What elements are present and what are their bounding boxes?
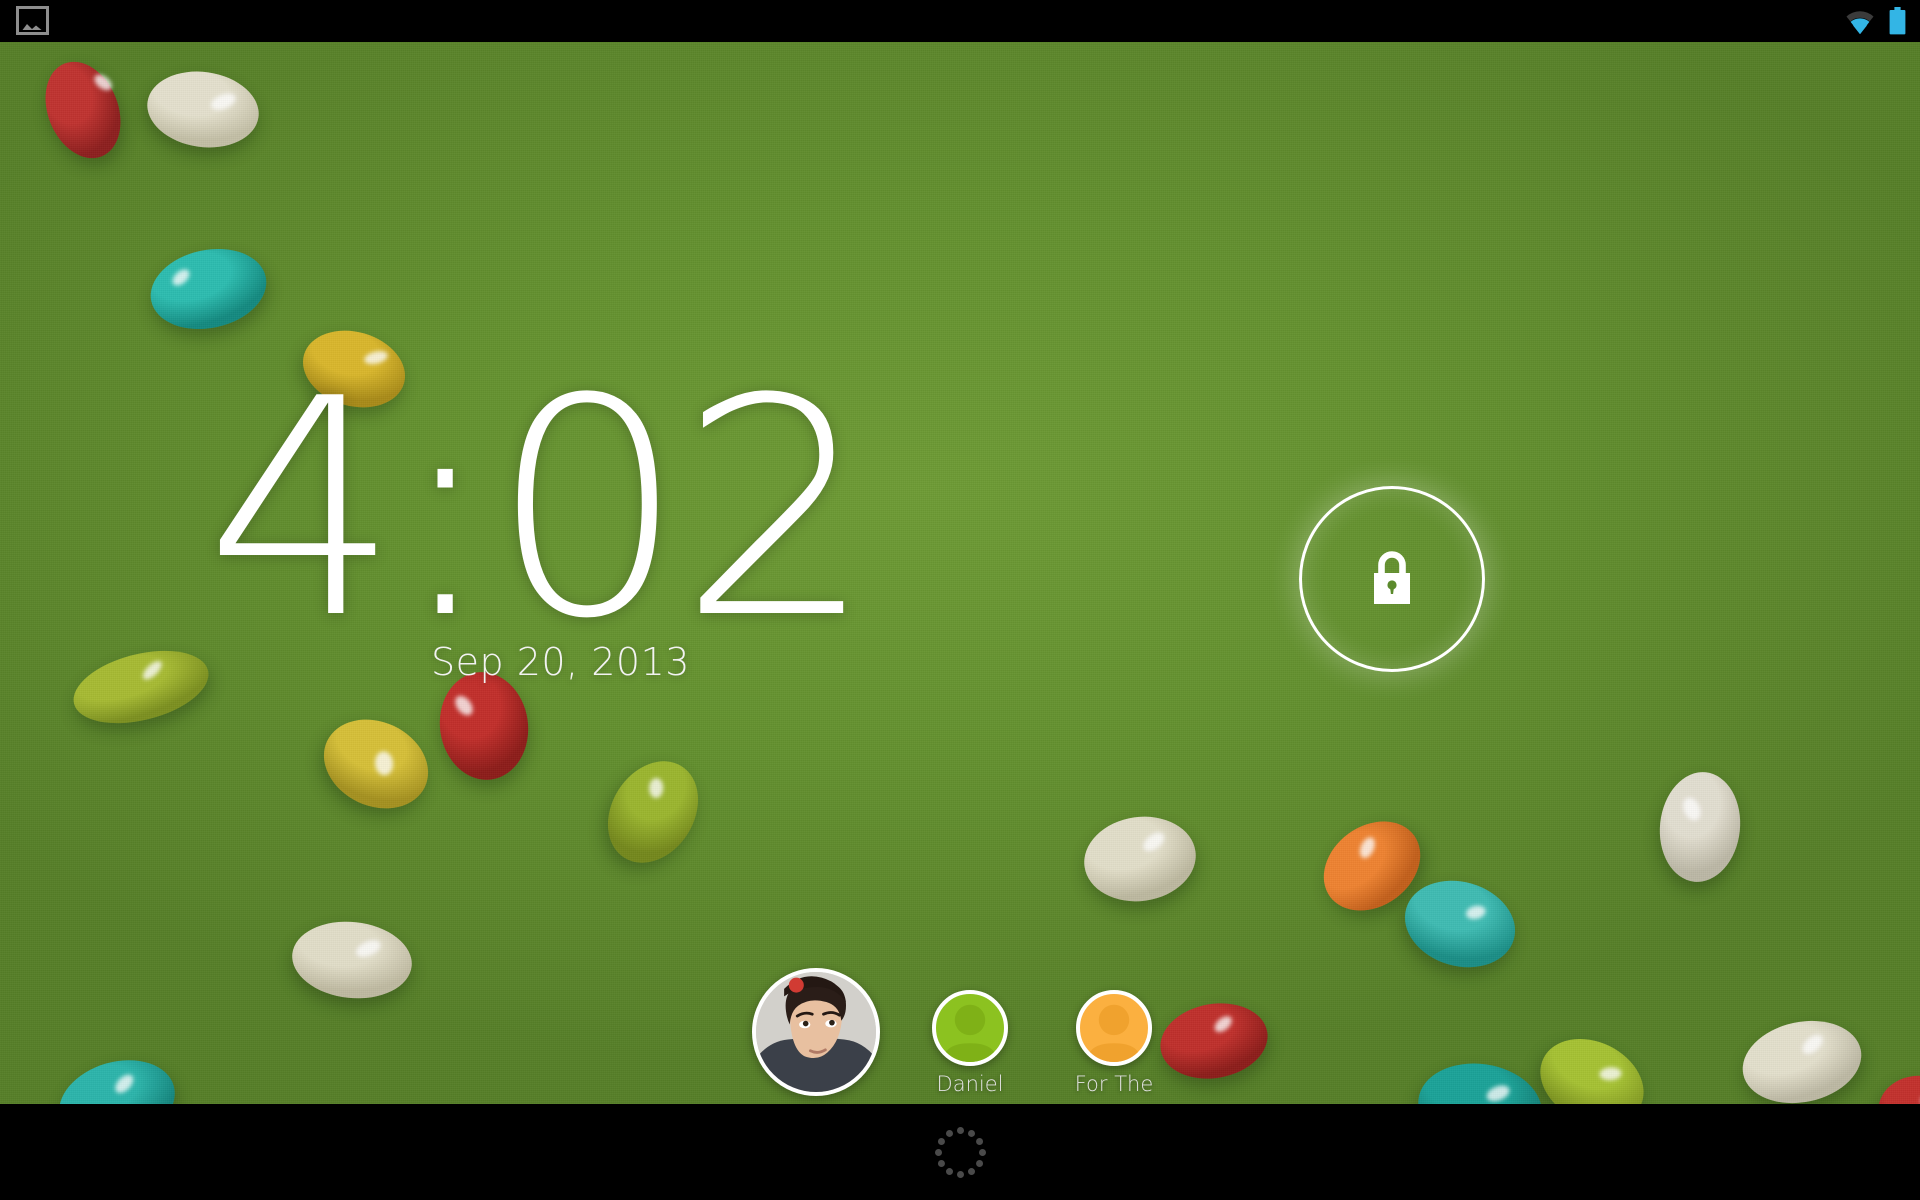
jelly-bean [309, 703, 443, 825]
wifi-icon [1846, 11, 1874, 34]
status-bar [0, 0, 1920, 42]
nav-dot [937, 1137, 945, 1145]
nav-dot [934, 1148, 942, 1156]
person-icon [1087, 1004, 1141, 1062]
person-icon [943, 1004, 997, 1062]
user-label: For The [1074, 1072, 1154, 1096]
jelly-bean [1654, 768, 1746, 886]
user-label: Daniel [936, 1072, 1004, 1096]
nav-dot [956, 1126, 964, 1134]
clock-widget: 4:02 Sep 20, 2013 [205, 360, 874, 685]
nav-dot [975, 1137, 983, 1145]
wallpaper[interactable]: 4:02 Sep 20, 2013 Daniel For The [0, 42, 1920, 1104]
avatar-photo[interactable] [752, 968, 880, 1096]
avatar-wrap[interactable] [752, 968, 880, 1096]
unlock-handle[interactable] [1299, 486, 1485, 672]
avatar[interactable] [932, 990, 1008, 1066]
navigation-bar [0, 1104, 1920, 1200]
jelly-bean [432, 666, 536, 786]
jelly-bean [31, 50, 135, 170]
nav-dot [967, 1129, 975, 1137]
jelly-bean [1078, 809, 1202, 909]
clock-time: 4:02 [205, 335, 874, 684]
nav-dot [967, 1167, 975, 1175]
avatar[interactable] [1076, 990, 1152, 1066]
android-lock-screen: 4:02 Sep 20, 2013 Daniel For The [0, 0, 1920, 1200]
user-item-current[interactable] [751, 968, 881, 1096]
lock-icon[interactable] [1365, 548, 1419, 610]
jelly-bean [1394, 868, 1526, 980]
user-portrait [756, 972, 876, 1092]
nav-dot [978, 1148, 986, 1156]
nav-dot [937, 1159, 945, 1167]
jelly-bean [142, 64, 264, 155]
avatar-wrap[interactable] [932, 990, 1008, 1066]
nav-dot [975, 1159, 983, 1167]
battery-icon [1889, 7, 1906, 35]
nav-dot [956, 1170, 964, 1178]
user-item-daniel[interactable]: Daniel [915, 990, 1025, 1096]
nav-dot [945, 1129, 953, 1137]
user-switcher[interactable]: Daniel For The [0, 968, 1920, 1096]
lock-dots-indicator[interactable] [933, 1125, 987, 1179]
photo-icon-mountain [21, 19, 44, 30]
status-icons [1845, 5, 1906, 37]
user-item-for-the[interactable]: For The [1059, 990, 1169, 1096]
jelly-bean [589, 744, 717, 880]
jelly-bean [143, 238, 274, 340]
nav-dot [945, 1167, 953, 1175]
photo-icon[interactable] [16, 6, 49, 35]
jelly-bean [66, 638, 216, 736]
avatar-wrap[interactable] [1076, 990, 1152, 1066]
